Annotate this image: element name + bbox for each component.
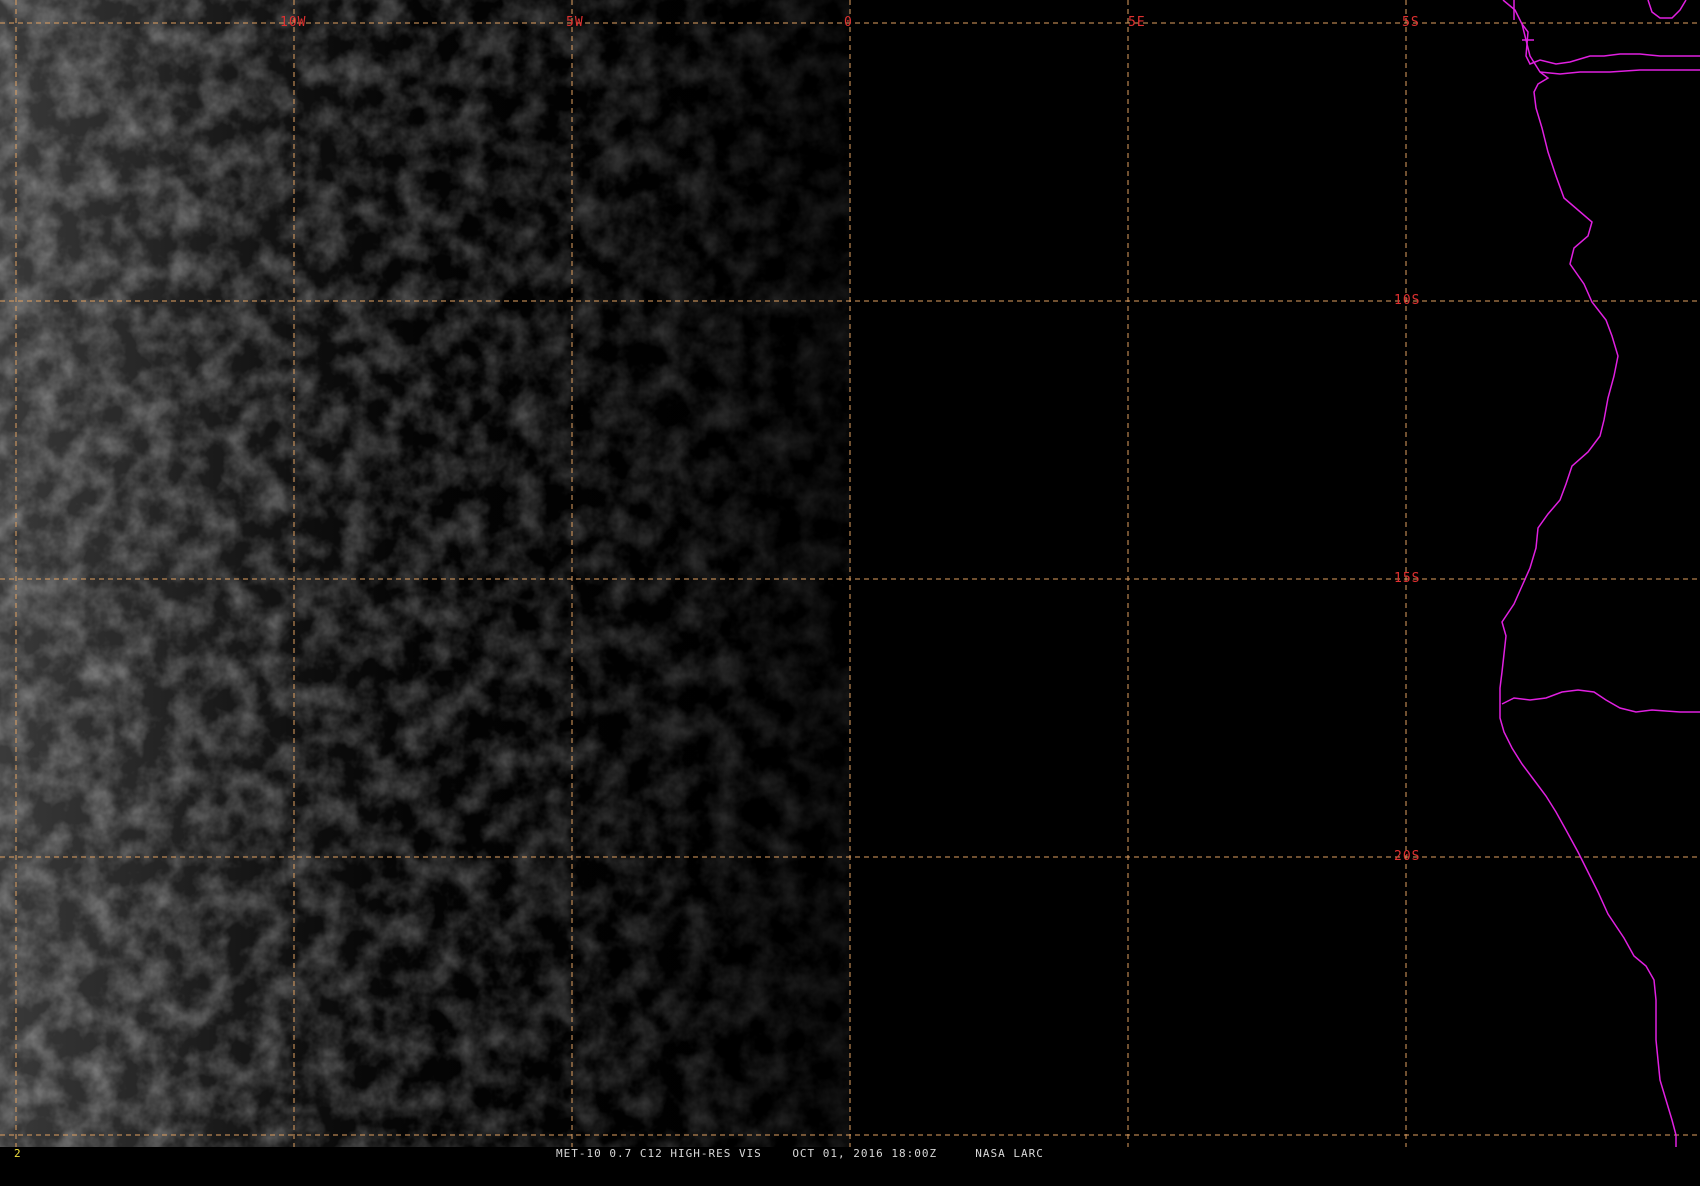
- longitude-label: 5W: [566, 15, 584, 30]
- longitude-label: 0: [844, 15, 853, 30]
- latitude-label: 10S: [1394, 293, 1420, 308]
- image-caption: MET-10 0.7 C12 HIGH-RES VIS OCT 01, 2016…: [556, 1147, 1044, 1160]
- satellite-map: 10W 5W 0 5E 5S 10S 15S 20S: [0, 0, 1700, 1147]
- latitude-label: 20S: [1394, 849, 1420, 864]
- longitude-label: 5E: [1128, 15, 1146, 30]
- frame-number: 2: [14, 1147, 22, 1160]
- product-label: MET-10 0.7 C12 HIGH-RES VIS: [556, 1147, 762, 1160]
- source-label: NASA LARC: [975, 1147, 1044, 1160]
- caption-bar: 2 MET-10 0.7 C12 HIGH-RES VIS OCT 01, 20…: [0, 1147, 1700, 1160]
- latitude-label: 5S: [1402, 15, 1420, 30]
- longitude-label: 10W: [280, 15, 306, 30]
- cloud-texture: [0, 0, 850, 1147]
- datetime-label: OCT 01, 2016 18:00Z: [792, 1147, 938, 1160]
- latitude-label: 15S: [1394, 571, 1420, 586]
